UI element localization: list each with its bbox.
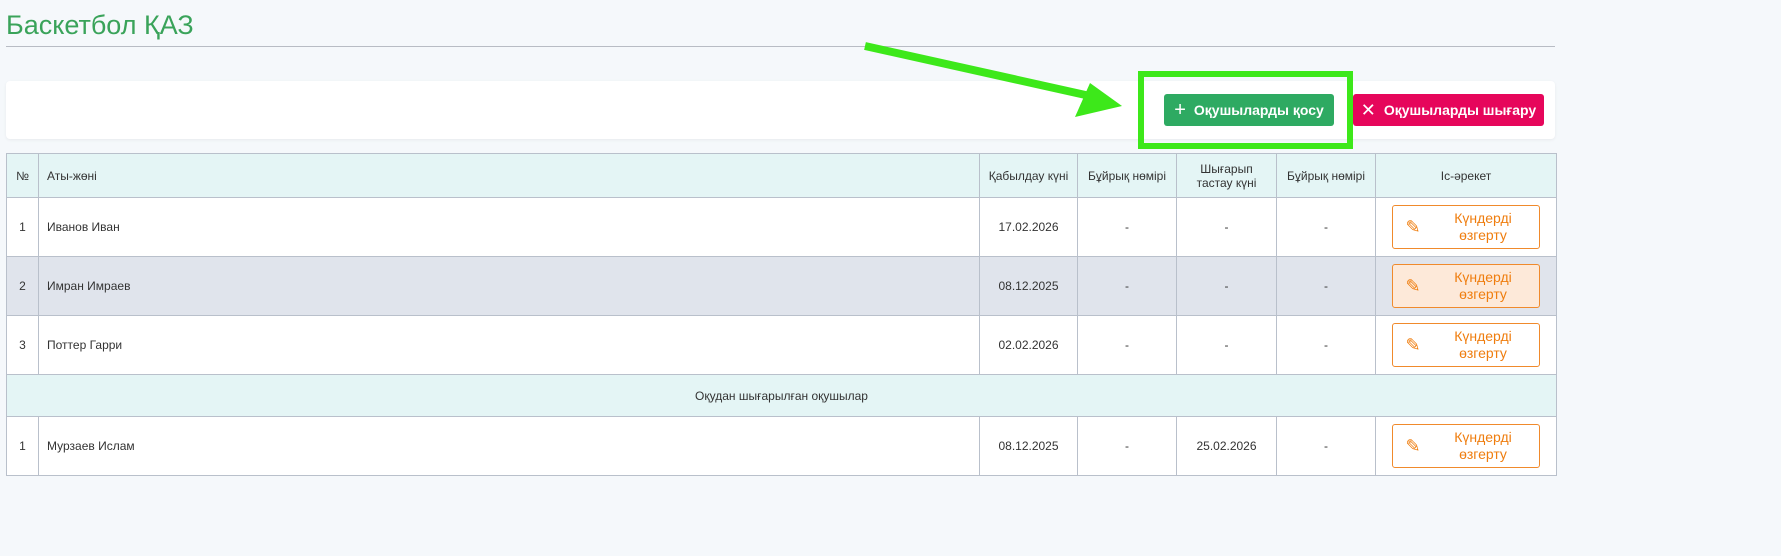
cell-expel: - [1176, 197, 1277, 257]
cell-order1: - [1077, 256, 1177, 316]
table-row: 2 Имран Имраев 08.12.2025- - - ✎ Күндерді өзге… [6, 256, 1557, 316]
cell-n: 3 [6, 315, 39, 375]
cell-order1: - [1077, 315, 1177, 375]
cell-order2: - [1276, 315, 1376, 375]
cell-admit: 02.02.2026 [979, 315, 1078, 375]
col-order-number: Бұйрық нөмірі [1077, 153, 1177, 198]
pencil-icon: ✎ [1405, 334, 1421, 355]
col-expel-date: Шығарып тастау күні [1176, 153, 1277, 198]
students-table: № Аты-жөні Қабылдау күні Бұйрық нөмірі Ш… [6, 153, 1557, 476]
edit-dates-label: Күндерді өзгерту [1454, 210, 1512, 243]
table-row: 1 Мурзаев Ислам 08.12.2025-25.02.2026- ✎ Күн… [6, 416, 1557, 476]
cell-n: 1 [6, 197, 39, 257]
cell-expel: 25.02.2026 [1176, 416, 1277, 476]
edit-dates-button[interactable]: ✎ Күндерді өзгерту [1392, 323, 1540, 367]
col-name: Аты-жөні [38, 153, 980, 198]
cell-name: Мурзаев Ислам [38, 416, 980, 476]
cell-order1: - [1077, 197, 1177, 257]
col-admit-date: Қабылдау күні [979, 153, 1078, 198]
cell-expel: - [1176, 256, 1277, 316]
edit-dates-label: Күндерді өзгерту [1454, 269, 1512, 302]
pencil-icon: ✎ [1405, 435, 1421, 456]
cell-order1: - [1077, 416, 1177, 476]
edit-dates-label: Күндерді өзгерту [1454, 328, 1512, 361]
table-row: 3 Поттер Гарри 02.02.2026- - - ✎ Күндерді өзге… [6, 315, 1557, 375]
cell-action: ✎ Күндерді өзгерту [1375, 315, 1557, 375]
section-row: Оқудан шығарылған оқушылар [6, 374, 1557, 417]
cell-n: 1 [6, 416, 39, 476]
cell-order2: - [1276, 197, 1376, 257]
cell-expel: - [1176, 315, 1277, 375]
cell-order2: - [1276, 416, 1376, 476]
col-action: Іс-әрекет [1375, 153, 1557, 198]
cell-name: Иванов Иван [38, 197, 980, 257]
edit-dates-label: Күндерді өзгерту [1454, 429, 1512, 462]
cell-action: ✎ Күндерді өзгерту [1375, 416, 1557, 476]
table-row: 1 Иванов Иван 17.02.2026- - - ✎ Күндерді өзгер… [6, 197, 1557, 257]
cell-admit: 08.12.2025 [979, 256, 1078, 316]
cell-name: Имран Имраев [38, 256, 980, 316]
edit-dates-button[interactable]: ✎ Күндерді өзгерту [1392, 424, 1540, 468]
cell-order2: - [1276, 256, 1376, 316]
cell-n: 2 [6, 256, 39, 316]
cell-admit: 08.12.2025 [979, 416, 1078, 476]
cell-admit: 17.02.2026 [979, 197, 1078, 257]
section-label: Оқудан шығарылған оқушылар [6, 374, 1557, 417]
cell-action: ✎ Күндерді өзгерту [1375, 256, 1557, 316]
edit-dates-button[interactable]: ✎ Күндерді өзгерту [1392, 205, 1540, 249]
col-number: № [6, 153, 39, 198]
pencil-icon: ✎ [1405, 275, 1421, 296]
col-order-number-2: Бұйрық нөмірі [1276, 153, 1376, 198]
cell-action: ✎ Күндерді өзгерту [1375, 197, 1557, 257]
pencil-icon: ✎ [1405, 216, 1421, 237]
cell-name: Поттер Гарри [38, 315, 980, 375]
edit-dates-button[interactable]: ✎ Күндерді өзгерту [1392, 264, 1540, 308]
